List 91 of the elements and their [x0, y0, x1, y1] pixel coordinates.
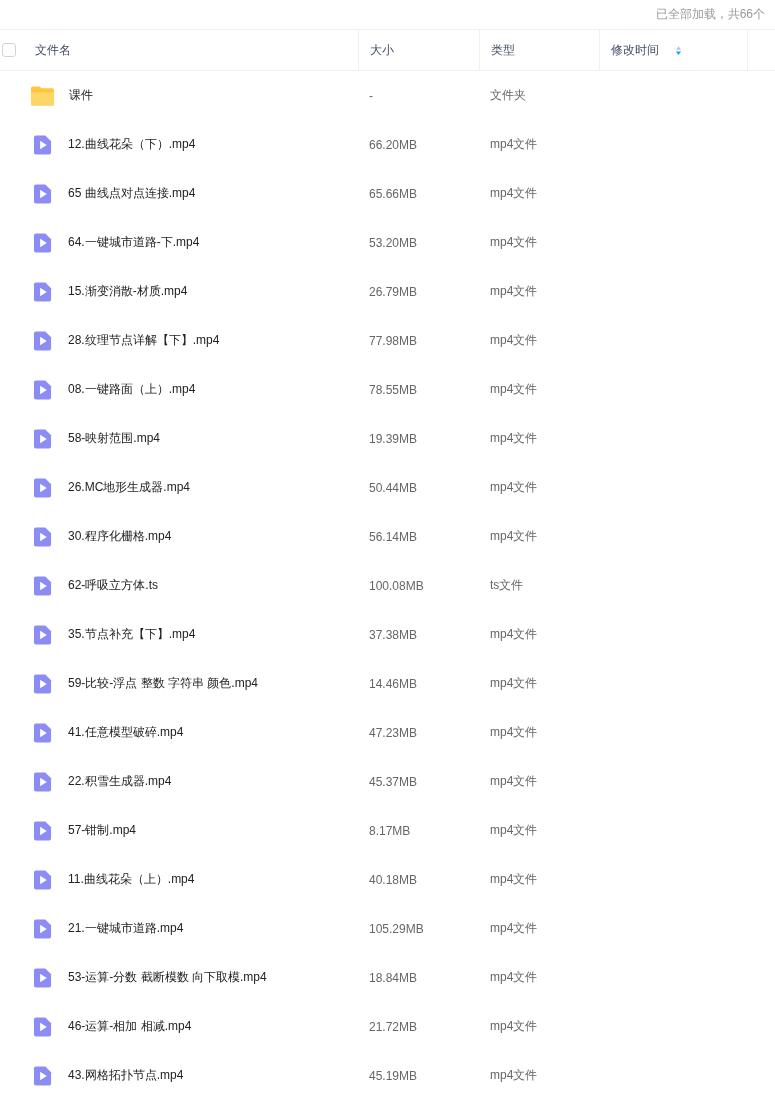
video-file-icon — [33, 574, 52, 597]
video-file-icon — [33, 819, 52, 842]
video-file-icon — [33, 280, 52, 303]
file-name[interactable]: 35.节点补充【下】.mp4 — [68, 626, 196, 643]
video-file-icon — [33, 1015, 52, 1038]
file-name[interactable]: 58-映射范围.mp4 — [68, 430, 161, 447]
file-type: mp4文件 — [490, 920, 538, 937]
file-name[interactable]: 28.纹理节点详解【下】.mp4 — [68, 332, 220, 349]
file-size: 105.29MB — [369, 921, 424, 936]
file-type: mp4文件 — [490, 528, 538, 545]
file-size: - — [369, 88, 373, 103]
column-header[interactable]: 大小 — [370, 41, 394, 59]
file-name[interactable]: 53-运算-分数 截断模数 向下取模.mp4 — [68, 969, 267, 986]
file-size: 26.79MB — [369, 284, 418, 299]
file-name[interactable]: 46-运算-相加 相减.mp4 — [68, 1018, 192, 1035]
video-file-icon — [33, 427, 52, 450]
video-file-icon — [33, 672, 52, 695]
file-size: 47.23MB — [369, 725, 418, 740]
load-status: 已全部加载，共66个 — [655, 6, 765, 23]
file-name[interactable]: 65 曲线点对点连接.mp4 — [68, 185, 196, 202]
video-file-icon — [33, 1064, 52, 1087]
file-size: 100.08MB — [369, 578, 424, 593]
file-type: mp4文件 — [490, 430, 538, 447]
file-size: 18.84MB — [369, 970, 418, 985]
column-header[interactable]: 文件名 — [35, 41, 71, 59]
video-file-icon — [33, 868, 52, 891]
column-header[interactable]: 类型 — [491, 41, 515, 59]
file-type: mp4文件 — [490, 773, 538, 790]
file-name[interactable]: 57-钳制.mp4 — [68, 822, 137, 839]
file-size: 53.20MB — [369, 235, 418, 250]
file-type: mp4文件 — [490, 381, 538, 398]
file-name[interactable]: 43.网格拓扑节点.mp4 — [68, 1067, 184, 1084]
file-type: mp4文件 — [490, 479, 538, 496]
file-type: mp4文件 — [490, 724, 538, 741]
file-type: mp4文件 — [490, 1018, 538, 1035]
folder-icon — [30, 84, 55, 107]
file-name[interactable]: 11.曲线花朵（上）.mp4 — [68, 871, 195, 888]
video-file-icon — [33, 525, 52, 548]
file-name[interactable]: 26.MC地形生成器.mp4 — [68, 479, 191, 496]
video-file-icon — [33, 329, 52, 352]
video-file-icon — [33, 231, 52, 254]
file-name[interactable]: 41.任意模型破碎.mp4 — [68, 724, 184, 741]
file-size: 8.17MB — [369, 823, 411, 838]
video-file-icon — [33, 623, 52, 646]
file-name[interactable]: 12.曲线花朵（下）.mp4 — [68, 136, 196, 153]
select-all-checkbox[interactable] — [2, 43, 16, 57]
column-header[interactable]: 修改时间 — [611, 41, 659, 59]
file-type: mp4文件 — [490, 675, 538, 692]
file-type: mp4文件 — [490, 626, 538, 643]
file-type: ts文件 — [490, 577, 524, 594]
file-type: mp4文件 — [490, 1067, 538, 1084]
file-size: 65.66MB — [369, 186, 418, 201]
file-name[interactable]: 59-比较-浮点 整数 字符串 颜色.mp4 — [68, 675, 259, 692]
file-name[interactable]: 15.渐变消散-材质.mp4 — [68, 283, 188, 300]
video-file-icon — [33, 770, 52, 793]
file-size: 50.44MB — [369, 480, 418, 495]
file-name[interactable]: 64.一键城市道路-下.mp4 — [68, 234, 200, 251]
sort-icon[interactable] — [675, 44, 682, 56]
file-type: mp4文件 — [490, 871, 538, 888]
file-size: 37.38MB — [369, 627, 418, 642]
file-type: mp4文件 — [490, 234, 538, 251]
video-file-icon — [33, 476, 52, 499]
file-type: mp4文件 — [490, 136, 538, 153]
file-size: 40.18MB — [369, 872, 418, 887]
file-name[interactable]: 22.积雪生成器.mp4 — [68, 773, 172, 790]
video-file-icon — [33, 378, 52, 401]
video-file-icon — [33, 917, 52, 940]
file-name[interactable]: 21.一键城市道路.mp4 — [68, 920, 184, 937]
file-size: 45.37MB — [369, 774, 418, 789]
file-size: 56.14MB — [369, 529, 418, 544]
video-file-icon — [33, 182, 52, 205]
file-name[interactable]: 30.程序化栅格.mp4 — [68, 528, 172, 545]
file-name[interactable]: 课件 — [69, 87, 93, 104]
file-size: 14.46MB — [369, 676, 418, 691]
file-type: mp4文件 — [490, 283, 538, 300]
video-file-icon — [33, 966, 52, 989]
file-type: mp4文件 — [490, 185, 538, 202]
file-size: 45.19MB — [369, 1068, 418, 1083]
file-type: mp4文件 — [490, 822, 538, 839]
file-type: mp4文件 — [490, 332, 538, 349]
video-file-icon — [33, 133, 52, 156]
file-size: 78.55MB — [369, 382, 418, 397]
file-size: 19.39MB — [369, 431, 418, 446]
file-size: 66.20MB — [369, 137, 418, 152]
file-size: 77.98MB — [369, 333, 418, 348]
file-type: mp4文件 — [490, 969, 538, 986]
video-file-icon — [33, 721, 52, 744]
file-name[interactable]: 62-呼吸立方体.ts — [68, 577, 158, 594]
file-type: 文件夹 — [490, 87, 526, 104]
file-size: 21.72MB — [369, 1019, 418, 1034]
file-name[interactable]: 08.一键路面（上）.mp4 — [68, 381, 196, 398]
